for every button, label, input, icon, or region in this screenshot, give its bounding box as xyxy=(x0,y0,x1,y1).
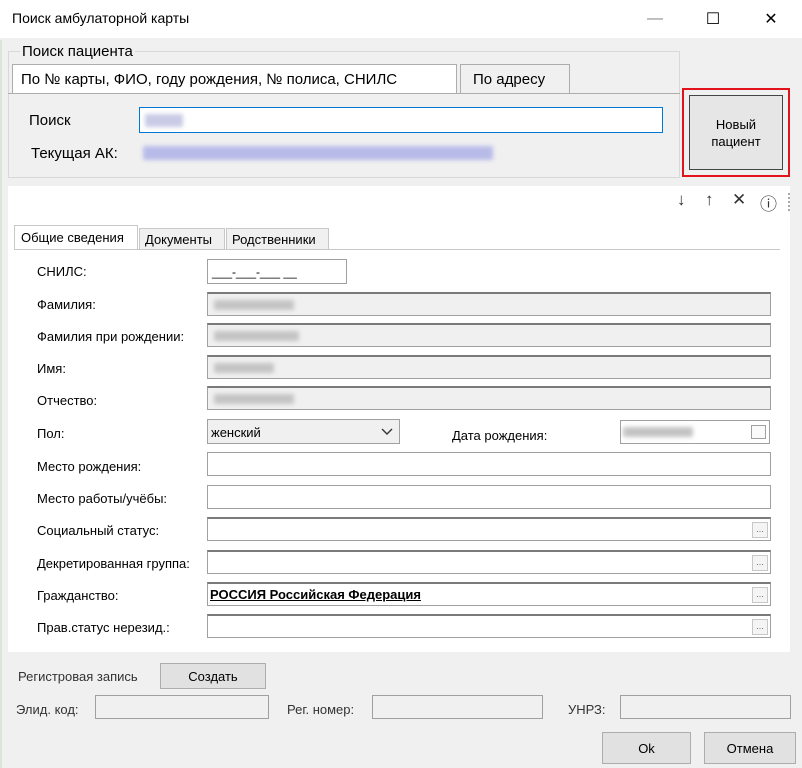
birth-surname-value-redacted xyxy=(214,331,299,341)
calendar-icon[interactable] xyxy=(751,425,766,439)
patient-search-legend: Поиск пациента xyxy=(20,43,135,60)
toolbar-grip xyxy=(788,193,790,211)
name-value-redacted xyxy=(214,363,274,373)
search-value-redacted xyxy=(145,114,183,127)
work-place-label: Место работы/учёбы: xyxy=(37,491,168,506)
gender-select[interactable]: женский xyxy=(207,419,400,444)
decree-group-label: Декретированная группа: xyxy=(37,556,190,571)
work-place-input[interactable] xyxy=(207,485,771,509)
minimize-button[interactable]: — xyxy=(632,0,678,38)
new-patient-button[interactable]: Новый пациент xyxy=(689,95,783,170)
maximize-button[interactable]: ☐ xyxy=(690,0,736,38)
birth-date-label: Дата рождения: xyxy=(452,428,548,443)
unrz-label: УНРЗ: xyxy=(568,702,606,717)
window-edge xyxy=(0,40,2,768)
birth-date-value-redacted xyxy=(623,427,693,437)
chevron-down-icon xyxy=(381,428,393,435)
birth-surname-label: Фамилия при рождении: xyxy=(37,329,185,344)
legal-status-label: Прав.статус нерезид.: xyxy=(37,620,170,635)
current-card-link[interactable] xyxy=(143,146,493,160)
snils-input[interactable]: ___-___-___ __ xyxy=(207,259,347,284)
tab-search-by-card[interactable]: По № карты, ФИО, году рождения, № полиса… xyxy=(12,64,457,94)
current-card-label: Текущая АК: xyxy=(31,145,118,162)
birth-date-input[interactable] xyxy=(620,420,770,444)
patronymic-value-redacted xyxy=(214,394,294,404)
citizenship-input[interactable]: РОССИЯ Российская Федерация ... xyxy=(207,582,771,606)
create-button[interactable]: Создать xyxy=(160,663,266,689)
snils-label: СНИЛС: xyxy=(37,264,87,279)
gender-label: Пол: xyxy=(37,426,65,441)
name-label: Имя: xyxy=(37,361,66,376)
tab-documents[interactable]: Документы xyxy=(139,228,225,250)
surname-label: Фамилия: xyxy=(37,297,96,312)
name-input[interactable] xyxy=(207,355,771,379)
surname-input[interactable] xyxy=(207,292,771,316)
clear-icon[interactable]: ✕ xyxy=(732,190,746,210)
new-patient-line1: Новый xyxy=(715,116,757,132)
birth-place-input[interactable] xyxy=(207,452,771,476)
reg-record-label: Регистровая запись xyxy=(18,669,138,684)
tab-relatives[interactable]: Родственники xyxy=(226,228,329,250)
tab-general-info[interactable]: Общие сведения xyxy=(14,225,138,250)
decree-group-lookup-button[interactable]: ... xyxy=(752,555,768,571)
search-input[interactable] xyxy=(139,107,663,133)
citizenship-value: РОССИЯ Российская Федерация xyxy=(210,587,421,602)
citizenship-label: Гражданство: xyxy=(37,588,119,603)
social-status-input[interactable]: ... xyxy=(207,517,771,541)
legal-status-input[interactable]: ... xyxy=(207,614,771,638)
new-patient-line2: пациент xyxy=(711,133,761,149)
legal-status-lookup-button[interactable]: ... xyxy=(752,619,768,635)
epid-code-field xyxy=(95,695,269,719)
decree-group-input[interactable]: ... xyxy=(207,550,771,574)
patronymic-input[interactable] xyxy=(207,386,771,410)
patronymic-label: Отчество: xyxy=(37,393,98,408)
unrz-field xyxy=(620,695,791,719)
epid-code-label: Элид. код: xyxy=(16,702,79,717)
citizenship-lookup-button[interactable]: ... xyxy=(752,587,768,603)
birth-place-label: Место рождения: xyxy=(37,459,142,474)
move-down-icon[interactable]: ↓ xyxy=(677,190,686,210)
info-icon[interactable]: ⓘ xyxy=(760,190,777,215)
move-up-icon[interactable]: ↑ xyxy=(705,190,714,210)
close-button[interactable]: ✕ xyxy=(748,0,794,38)
tab-divider xyxy=(8,93,680,94)
social-status-lookup-button[interactable]: ... xyxy=(752,522,768,538)
reg-number-field xyxy=(372,695,543,719)
ok-button[interactable]: Ok xyxy=(602,732,691,764)
social-status-label: Социальный статус: xyxy=(37,523,160,538)
cancel-button[interactable]: Отмена xyxy=(704,732,796,764)
tab-search-by-address[interactable]: По адресу xyxy=(460,64,570,94)
reg-number-label: Рег. номер: xyxy=(287,702,355,717)
search-label: Поиск xyxy=(29,112,71,129)
surname-value-redacted xyxy=(214,300,294,310)
window-title: Поиск амбулаторной карты xyxy=(12,10,190,26)
form-tab-divider xyxy=(14,249,780,250)
birth-surname-input[interactable] xyxy=(207,323,771,347)
gender-value: женский xyxy=(211,425,261,440)
